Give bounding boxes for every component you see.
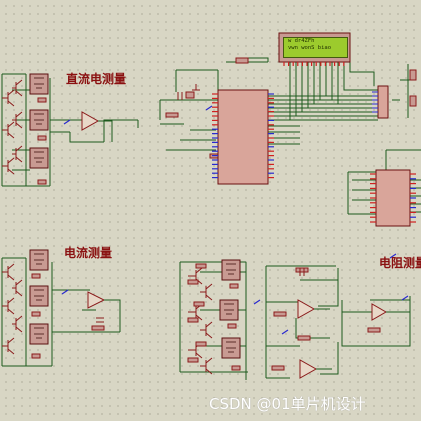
lcd-display: w dr4ZFh vwn wonS biao: [283, 37, 348, 58]
lcd-line-1: w dr4ZFh: [288, 38, 315, 44]
label-resistance: 电阻测量: [379, 256, 421, 270]
lcd-line-2: vwn wonS biao: [288, 45, 332, 51]
schematic-drawing: [1, 32, 421, 380]
label-current: 电流测量: [64, 246, 113, 260]
watermark: CSDN @01单片机设计: [209, 395, 366, 413]
schematic-canvas: w dr4ZFh vwn wonS biao 直流电测量 电流测量 电阻测量 C…: [0, 0, 421, 421]
label-dc-current: 直流电测量: [66, 72, 127, 86]
